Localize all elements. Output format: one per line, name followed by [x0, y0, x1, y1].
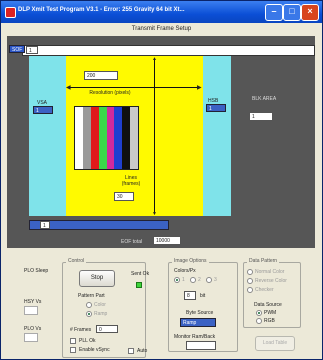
bottom-input[interactable]: 1	[40, 221, 50, 229]
maximize-button[interactable]: □	[283, 4, 301, 21]
right-arrowhead: ▶	[197, 85, 202, 91]
total-label: EOF total	[121, 239, 143, 245]
data-pattern-option-3-label: Checker	[255, 287, 274, 293]
monitor-label: Monitor Ram/Back	[174, 334, 216, 340]
color-bar-3	[90, 107, 99, 169]
data-source-option-2-label: RGB	[264, 318, 275, 324]
colors-option-3-radio[interactable]	[206, 277, 212, 283]
close-button[interactable]: ×	[301, 4, 319, 21]
pll-stop-input[interactable]	[24, 333, 38, 342]
app-icon	[5, 7, 16, 18]
data-source-option-1-label: PWM	[264, 310, 277, 316]
blank-area-label: BLK AREA	[252, 96, 277, 102]
data-pattern-option-2-label: Reverse Color	[255, 278, 287, 284]
frame-setup-title: Transmit Frame Setup	[131, 26, 192, 32]
colors-option-1-label: 1	[182, 277, 185, 283]
pattern-option-1-radio[interactable]	[86, 302, 92, 308]
top-strip	[22, 45, 315, 56]
byte-source-label: Byte Source	[186, 310, 214, 316]
bottom-band	[29, 220, 169, 230]
vsa-spinner[interactable]: 1	[33, 106, 53, 114]
top-left-label: SOF	[9, 45, 25, 53]
colors-option-2-label: 2	[198, 277, 201, 283]
frames-label: # Frames	[70, 327, 92, 333]
auto-checkbox[interactable]	[128, 348, 134, 354]
lines-input[interactable]: 30	[114, 192, 134, 201]
active-width-input[interactable]: 200	[84, 71, 118, 80]
pll-label: PLL Ok	[79, 338, 96, 344]
color-bar-7	[122, 107, 131, 169]
color-bars	[74, 106, 139, 170]
lines-label: Lines (frames)	[121, 175, 141, 187]
data-pattern-option-3-radio[interactable]	[247, 287, 253, 293]
color-bar-2	[82, 107, 91, 169]
pattern-group-title: Pattern Part	[78, 293, 105, 299]
pll-stop-label: PLO Vs	[24, 326, 42, 332]
colors-option-3-label: 3	[214, 277, 217, 283]
right-blank-area	[203, 56, 231, 216]
hsync-input[interactable]	[24, 306, 38, 315]
data-source-label: Data Source	[254, 302, 282, 308]
load-table-button[interactable]: Load Table	[255, 336, 295, 351]
down-arrowhead: ▼	[152, 211, 157, 217]
window-title: DLP Xmit Test Program V3.1 - Error: 255 …	[18, 7, 185, 13]
pll-sleep-label: PLO Sleep	[24, 268, 49, 274]
blank-area-input[interactable]: 1	[249, 112, 273, 121]
data-pattern-group-title: Data Pattern	[247, 258, 280, 264]
byte-source-select[interactable]: Ramp	[180, 318, 216, 327]
pattern-option-2-label: Ramp	[94, 311, 108, 317]
enable-vsync-label: Enable vSync	[79, 347, 110, 353]
data-pattern-option-2-radio[interactable]	[247, 278, 253, 284]
hsb-spinner[interactable]: 1	[206, 104, 226, 112]
stop-button[interactable]: Stop	[79, 270, 115, 287]
auto-label: Auto	[137, 348, 148, 354]
bit-input[interactable]: 8	[184, 291, 196, 300]
horizontal-arrow	[70, 87, 198, 88]
control-group-title: Control	[66, 258, 87, 264]
data-source-option-2-radio[interactable]	[256, 318, 262, 324]
data-pattern-option-1-radio[interactable]	[247, 269, 253, 275]
image-group-title: Image Options	[172, 258, 209, 264]
sent-ok-led	[136, 282, 142, 288]
colors-option-2-radio[interactable]	[190, 277, 196, 283]
minimize-button[interactable]: –	[265, 4, 283, 21]
pll-checkbox[interactable]	[70, 338, 76, 344]
sent-ok-label: Sent Ok	[131, 271, 150, 277]
frames-input[interactable]: 0	[96, 325, 118, 333]
monitor-input[interactable]	[186, 341, 216, 350]
enable-vsync-checkbox[interactable]	[70, 347, 76, 353]
color-bar-8	[130, 107, 138, 169]
total-input[interactable]: 10000	[153, 236, 181, 245]
left-arrowhead: ◀	[66, 85, 71, 91]
pattern-option-1-label: Color	[94, 302, 106, 308]
color-bar-1	[75, 107, 83, 169]
title-bar[interactable]: DLP Xmit Test Program V3.1 - Error: 255 …	[1, 1, 322, 23]
vertical-arrow	[154, 60, 155, 214]
color-bar-6	[114, 107, 123, 169]
pattern-option-2-radio[interactable]	[86, 311, 92, 317]
resolution-label: Resolution (pixels)	[89, 90, 131, 96]
up-arrowhead: ▲	[152, 56, 157, 62]
left-blank-area	[29, 56, 66, 216]
color-bar-5	[106, 107, 115, 169]
data-pattern-option-1-label: Normal Color	[255, 269, 285, 275]
bit-label: bit	[200, 293, 206, 299]
hsync-label: HSY Vs	[24, 299, 42, 305]
colors-option-1-radio[interactable]	[174, 277, 180, 283]
top-left-input[interactable]: 1	[26, 46, 38, 54]
colors-label: Colors/Px	[174, 268, 196, 274]
data-source-option-1-radio[interactable]	[256, 310, 262, 316]
color-bar-4	[98, 107, 107, 169]
